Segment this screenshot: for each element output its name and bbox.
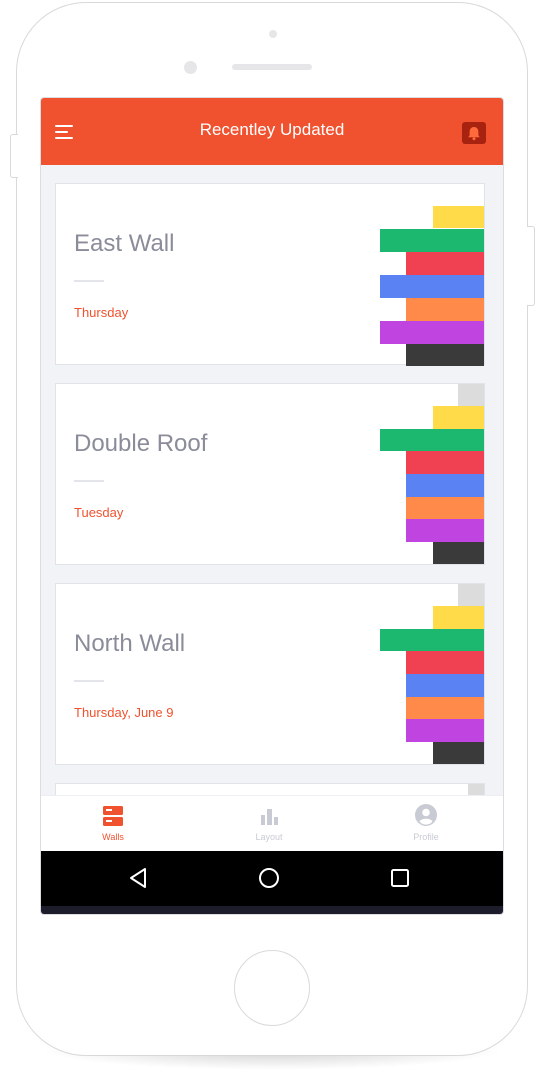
nav-label: Walls (102, 832, 124, 842)
nav-profile[interactable]: Profile (376, 796, 476, 852)
walls-icon (103, 806, 123, 826)
page-title: Recentley Updated (199, 120, 345, 139)
color-block (433, 606, 484, 629)
color-block (380, 229, 484, 252)
app-screen: Recentley Updated East Wall Thursday Dou… (41, 98, 503, 914)
card-date: Thursday (74, 305, 129, 320)
notifications-button[interactable] (462, 122, 486, 144)
color-block (406, 674, 484, 697)
color-block (380, 275, 484, 298)
wall-card[interactable]: North Wall Thursday, June 9 (55, 583, 485, 765)
bell-icon (468, 127, 480, 141)
system-navigation-bar (41, 851, 503, 906)
color-block (406, 497, 484, 519)
color-block (406, 298, 484, 321)
divider (74, 680, 104, 682)
color-block (458, 384, 484, 406)
color-block (458, 584, 484, 606)
color-block (406, 519, 484, 542)
color-block (406, 252, 484, 275)
nav-label: Layout (255, 832, 283, 842)
divider (74, 280, 104, 282)
nav-label: Profile (413, 832, 439, 842)
color-block (380, 629, 484, 651)
card-title: East Wall (74, 230, 175, 257)
wall-card[interactable]: Double Roof Tuesday (55, 383, 485, 565)
color-block (406, 651, 484, 674)
card-date: Tuesday (74, 505, 124, 520)
color-block (406, 451, 484, 474)
card-title: Double Roof (74, 430, 208, 457)
color-block (433, 742, 484, 764)
color-block (406, 719, 484, 742)
color-block (406, 474, 484, 497)
recents-icon[interactable] (391, 869, 409, 887)
power-button (527, 226, 535, 306)
earpiece-speaker (232, 64, 312, 70)
home-icon[interactable] (258, 867, 280, 889)
card-date: Thursday, June 9 (74, 705, 174, 720)
color-block (380, 321, 484, 344)
front-camera (269, 30, 277, 38)
hardware-home-button[interactable] (234, 950, 310, 1026)
color-block (380, 429, 484, 451)
color-block (433, 206, 484, 228)
volume-button (10, 134, 18, 178)
nav-walls[interactable]: Walls (63, 796, 163, 852)
proximity-sensor (184, 61, 197, 74)
color-block (406, 697, 484, 719)
color-block (433, 406, 484, 429)
card-title: North Wall (74, 630, 186, 657)
bar-chart-icon (261, 809, 278, 825)
bottom-navigation: Walls Layout Profile (41, 795, 503, 852)
profile-icon (415, 804, 437, 826)
app-bar: Recentley Updated (41, 98, 503, 165)
back-icon[interactable] (128, 867, 148, 889)
divider (74, 480, 104, 482)
screen-bottom-edge (41, 906, 503, 914)
wall-card[interactable]: East Wall Thursday (55, 183, 485, 366)
nav-layout[interactable]: Layout (219, 796, 319, 852)
color-block (406, 344, 484, 366)
color-block (433, 542, 484, 564)
